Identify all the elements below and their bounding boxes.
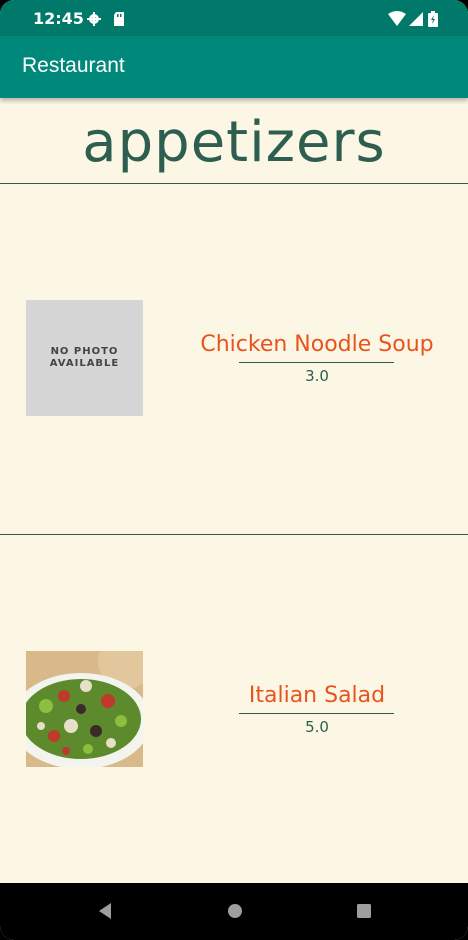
menu-item-italian-salad[interactable]: Italian Salad 5.0: [0, 535, 468, 885]
phone-screen: 12:45 Restaurant appetizers NO PHOTO AVA…: [0, 0, 468, 940]
status-time: 12:45: [33, 9, 84, 28]
gear-icon: [87, 12, 101, 26]
app-title: Restaurant: [22, 54, 125, 77]
status-bar: 12:45: [0, 0, 468, 36]
navigation-bar: [0, 883, 468, 940]
app-bar: Restaurant: [0, 36, 468, 98]
sd-card-icon: [114, 12, 124, 26]
home-icon[interactable]: [227, 903, 243, 919]
item-name: Italian Salad: [248, 683, 386, 708]
back-icon[interactable]: [97, 902, 113, 920]
item-name: Chicken Noodle Soup: [200, 332, 434, 357]
item-underline: [239, 713, 394, 714]
no-photo-text: NO PHOTO AVAILABLE: [49, 346, 120, 369]
no-photo-placeholder: NO PHOTO AVAILABLE: [26, 300, 143, 416]
item-price: 5.0: [305, 718, 329, 736]
recents-icon[interactable]: [356, 903, 372, 919]
menu-item-chicken-noodle-soup[interactable]: NO PHOTO AVAILABLE Chicken Noodle Soup 3…: [0, 184, 468, 534]
item-price: 3.0: [305, 367, 329, 385]
item-underline: [239, 362, 394, 363]
battery-icon: [428, 11, 438, 27]
wifi-icon: [388, 11, 406, 26]
menu-content[interactable]: appetizers NO PHOTO AVAILABLE Chicken No…: [0, 98, 468, 883]
signal-icon: [409, 12, 423, 26]
category-title: appetizers: [82, 110, 386, 175]
salad-photo: [26, 651, 143, 767]
